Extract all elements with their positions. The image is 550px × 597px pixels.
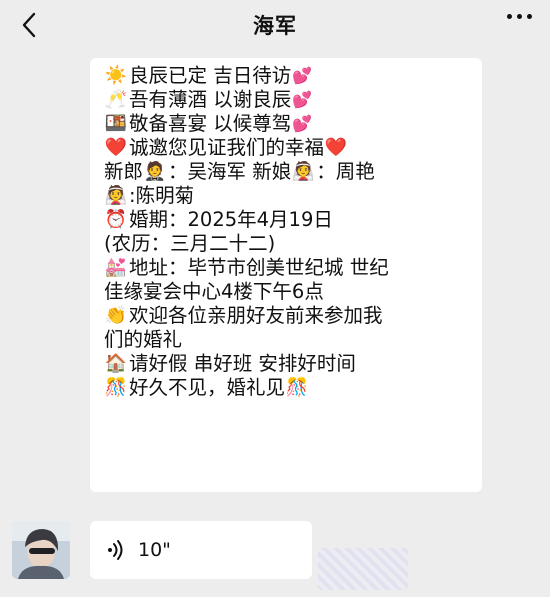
chevron-left-icon[interactable] (14, 10, 44, 40)
feast-box-icon: 🍱 (104, 113, 128, 134)
sun-icon: ☀️ (104, 65, 128, 86)
message-line-text: ：周艳 (316, 160, 375, 183)
message-line: 佳缘宴会中心4楼下午6点 (104, 280, 472, 304)
chat-title: 海军 (253, 14, 297, 38)
voice-message-bubble[interactable]: 10" (90, 521, 312, 579)
house-icon: 🏠 (104, 353, 128, 374)
message-line-text: 欢迎各位亲朋好友前来参加我 (129, 304, 383, 327)
message-line-text: (农历：三月二十二) (104, 232, 276, 255)
confetti-ball-icon: 🎊 (104, 377, 128, 398)
message-line-text: :陈明菊 (129, 184, 195, 207)
message-line-text: 婚期：2025年4月19日 (129, 208, 333, 231)
alarm-clock-icon: ⏰ (104, 209, 128, 230)
two-hearts-icon: 💕 (292, 66, 313, 85)
message-line-text: ：吴海军 新娘 (168, 160, 292, 183)
confetti-ball-icon: 🎊 (285, 377, 309, 398)
bride-icon: 👰 (104, 185, 128, 206)
message-line-text: 诚邀您见证我们的幸福 (129, 136, 325, 159)
message-line-text: 们的婚礼 (104, 328, 183, 351)
message-line: (农历：三月二十二) (104, 232, 472, 256)
message-line: ⏰ 婚期：2025年4月19日 (104, 208, 472, 232)
message-line-text: 敬备喜宴 以候尊驾 (129, 112, 292, 135)
message-line: 🥂 吾有薄酒 以谢良辰 💕 (104, 88, 472, 112)
message-line-text: 新郎 (104, 160, 144, 183)
message-line-text: 佳缘宴会中心4楼下午6点 (104, 280, 324, 303)
message-line: ☀️ 良辰已定 吉日待访 💕 (104, 64, 472, 88)
message-line-text: 地址：毕节市创美世纪城 世纪 (129, 256, 389, 279)
message-line: 🍱 敬备喜宴 以候尊驾 💕 (104, 112, 472, 136)
message-line: 们的婚礼 (104, 328, 472, 352)
blurred-region (318, 548, 408, 590)
message-line: ❤️ 诚邀您见证我们的幸福 ❤️ (104, 136, 472, 160)
message-line: 👏 欢迎各位亲朋好友前来参加我 (104, 304, 472, 328)
two-hearts-icon: 💕 (292, 114, 313, 133)
more-dots-icon[interactable] (507, 14, 532, 19)
message-line: 新郎 🤵 ：吴海军 新娘 👰 ：周艳 (104, 160, 472, 184)
two-hearts-icon: 💕 (292, 90, 313, 109)
message-line-text: 吾有薄酒 以谢良辰 (129, 88, 292, 111)
message-bubble[interactable]: ☀️ 良辰已定 吉日待访 💕 🥂 吾有薄酒 以谢良辰 💕 🍱 敬备喜宴 以候尊驾… (90, 58, 482, 492)
message-line-text: 请好假 串好班 安排好时间 (129, 352, 356, 375)
message-line-text: 良辰已定 吉日待访 (129, 64, 292, 87)
message-line: 🏠 请好假 串好班 安排好时间 (104, 352, 472, 376)
champagne-glasses-icon: 🥂 (104, 89, 128, 110)
voice-duration: 10" (138, 539, 171, 561)
message-line: 👰 :陈明菊 (104, 184, 472, 208)
wedding-chapel-icon: 💒 (104, 257, 128, 278)
message-line: 🎊 好久不见，婚礼见 🎊 (104, 376, 472, 400)
voice-wave-icon (108, 540, 123, 560)
chat-header: 海军 (0, 0, 550, 50)
message-line-text: 好久不见，婚礼见 (129, 376, 286, 399)
bride-icon: 👰 (292, 161, 315, 182)
clapping-hands-icon: 👏 (104, 305, 128, 326)
red-heart-icon: ❤️ (104, 137, 128, 158)
message-line: 💒 地址：毕节市创美世纪城 世纪 (104, 256, 472, 280)
red-heart-icon: ❤️ (324, 137, 348, 158)
avatar[interactable] (12, 521, 70, 579)
groom-icon: 🤵 (143, 161, 167, 182)
